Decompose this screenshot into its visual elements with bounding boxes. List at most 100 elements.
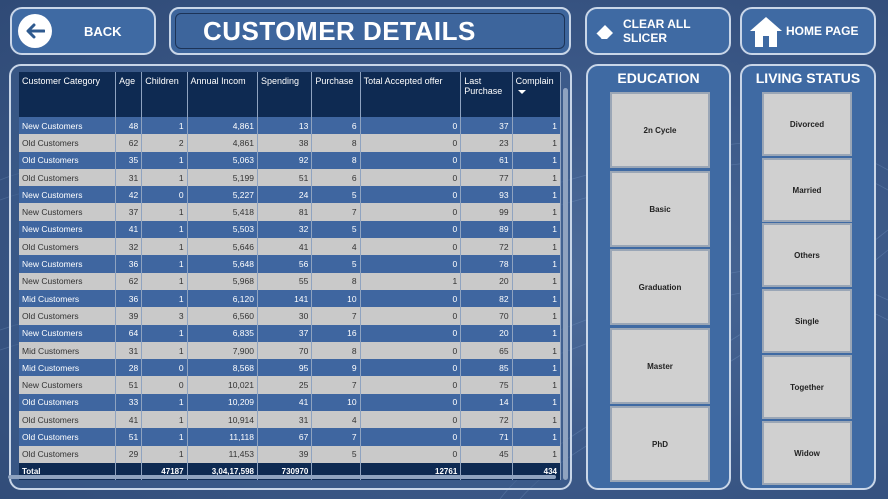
table-row[interactable]: New Customers 41 1 5,503 32 5 0 89 1 — [19, 220, 562, 239]
table-cell: 0 — [360, 238, 462, 256]
table-row[interactable]: New Customers 62 1 5,968 55 8 1 20 1 — [19, 272, 562, 290]
table-cell: 39 — [115, 307, 143, 325]
column-header[interactable]: Total Accepted offer — [360, 72, 462, 117]
table-cell: 16 — [311, 324, 361, 342]
table-row[interactable]: New Customers 48 1 4,861 13 6 0 37 1 — [19, 117, 562, 135]
column-header-complain[interactable]: Complain — [512, 72, 562, 117]
table-cell: New Customers — [19, 324, 117, 342]
column-header[interactable]: Last Purchase — [460, 72, 513, 117]
living-status-option[interactable]: Married — [762, 158, 852, 222]
table-row[interactable]: New Customers 64 1 6,835 37 16 0 20 1 — [19, 324, 562, 342]
table-cell: 1 — [512, 134, 562, 152]
table-cell: 14 — [460, 393, 513, 412]
table-cell: 0 — [360, 220, 462, 239]
table-cell: 0 — [360, 428, 462, 446]
table-row[interactable]: Old Customers 31 1 5,199 51 6 0 77 1 — [19, 168, 562, 187]
table-cell: 89 — [460, 220, 513, 239]
table-cell: 6 — [311, 117, 361, 135]
table-cell: New Customers — [19, 220, 117, 239]
table-cell: 95 — [257, 359, 313, 377]
table-cell: 30 — [257, 307, 313, 325]
table-cell: 1 — [512, 151, 562, 169]
table-row[interactable]: Old Customers 32 1 5,646 41 4 0 72 1 — [19, 238, 562, 256]
table-cell: 0 — [141, 359, 188, 377]
living-status-option[interactable]: Widow — [762, 421, 852, 485]
table-cell: 1 — [512, 376, 562, 394]
table-cell: 28 — [115, 359, 143, 377]
table-cell: 37 — [115, 203, 143, 221]
table-cell: 8 — [311, 272, 361, 290]
back-button[interactable]: BACK — [10, 7, 156, 55]
table-cell: 62 — [115, 134, 143, 152]
table-cell: 0 — [360, 168, 462, 187]
table-cell: 93 — [460, 186, 513, 204]
table-cell: 1 — [141, 203, 188, 221]
column-header[interactable]: Children — [141, 72, 188, 117]
table-cell: 5,227 — [187, 186, 259, 204]
living-status-option[interactable]: Others — [762, 223, 852, 287]
table-cell: 4,861 — [187, 134, 259, 152]
table-row[interactable]: New Customers 37 1 5,418 81 7 0 99 1 — [19, 203, 562, 221]
education-option[interactable]: Master — [610, 328, 710, 404]
education-option[interactable]: PhD — [610, 406, 710, 482]
table-row[interactable]: New Customers 42 0 5,227 24 5 0 93 1 — [19, 186, 562, 204]
table-cell: 72 — [460, 238, 513, 256]
table-cell: 33 — [115, 393, 143, 412]
table-cell: 1 — [141, 428, 188, 446]
column-header[interactable]: Annual Incom — [187, 72, 259, 117]
column-header[interactable]: Customer Category — [19, 72, 117, 117]
table-cell: 5,063 — [187, 151, 259, 169]
table-cell: 4,861 — [187, 117, 259, 135]
table-cell: 56 — [257, 255, 313, 273]
table-cell: 0 — [360, 341, 462, 360]
table-row[interactable]: Old Customers 39 3 6,560 30 7 0 70 1 — [19, 307, 562, 325]
table-row[interactable]: Old Customers 51 1 11,118 67 7 0 71 1 — [19, 428, 562, 446]
living-status-slicer: LIVING STATUS Divorced Married Others Si… — [740, 64, 876, 490]
column-header[interactable]: Spending — [257, 72, 313, 117]
table-row[interactable]: Mid Customers 28 0 8,568 95 9 0 85 1 — [19, 359, 562, 377]
home-page-button[interactable]: HOME PAGE — [740, 7, 876, 55]
table-cell: 8 — [311, 341, 361, 360]
horizontal-scrollbar[interactable] — [8, 475, 556, 479]
table-cell: 38 — [257, 134, 313, 152]
table-cell: 1 — [512, 272, 562, 290]
table-cell: 1 — [141, 411, 188, 429]
sort-descending-icon[interactable] — [517, 90, 526, 94]
table-row[interactable]: Old Customers 29 1 11,453 39 5 0 45 1 — [19, 445, 562, 463]
table-cell: 31 — [257, 411, 313, 429]
clear-all-slicer-button[interactable]: CLEAR ALL SLICER — [585, 7, 731, 55]
customer-details-table: Customer Category Age Children Annual In… — [19, 72, 562, 480]
table-row[interactable]: Old Customers 33 1 10,209 41 10 0 14 1 — [19, 393, 562, 412]
table-row[interactable]: Old Customers 62 2 4,861 38 8 0 23 1 — [19, 134, 562, 152]
table-cell: 72 — [460, 411, 513, 429]
living-status-option[interactable]: Single — [762, 289, 852, 353]
table-cell: 85 — [460, 359, 513, 377]
education-option[interactable]: Basic — [610, 171, 710, 247]
table-cell: 11,118 — [187, 428, 259, 446]
table-row[interactable]: Mid Customers 36 1 6,120 141 10 0 82 1 — [19, 289, 562, 308]
table-row[interactable]: New Customers 51 0 10,021 25 7 0 75 1 — [19, 376, 562, 394]
education-option[interactable]: 2n Cycle — [610, 92, 710, 168]
table-row[interactable]: Old Customers 35 1 5,063 92 8 0 61 1 — [19, 151, 562, 169]
table-cell: Old Customers — [19, 445, 117, 463]
table-cell: 48 — [115, 117, 143, 135]
table-row[interactable]: New Customers 36 1 5,648 56 5 0 78 1 — [19, 255, 562, 273]
table-cell: Old Customers — [19, 428, 117, 446]
living-status-slicer-title: LIVING STATUS — [755, 70, 861, 86]
column-header[interactable]: Age — [115, 72, 143, 117]
vertical-scrollbar[interactable] — [563, 88, 568, 480]
eraser-icon — [593, 21, 617, 41]
table-cell: 1 — [512, 203, 562, 221]
education-option[interactable]: Graduation — [610, 249, 710, 325]
back-label: BACK — [84, 23, 122, 39]
table-row[interactable]: Old Customers 41 1 10,914 31 4 0 72 1 — [19, 411, 562, 429]
living-status-option[interactable]: Together — [762, 355, 852, 419]
table-cell: 8 — [311, 134, 361, 152]
table-cell: 64 — [115, 324, 143, 342]
table-cell: 1 — [141, 272, 188, 290]
living-status-option[interactable]: Divorced — [762, 92, 852, 156]
column-header[interactable]: Purchase — [311, 72, 361, 117]
table-row[interactable]: Mid Customers 31 1 7,900 70 8 0 65 1 — [19, 341, 562, 360]
table-cell: Old Customers — [19, 168, 117, 187]
table-cell: 25 — [257, 376, 313, 394]
